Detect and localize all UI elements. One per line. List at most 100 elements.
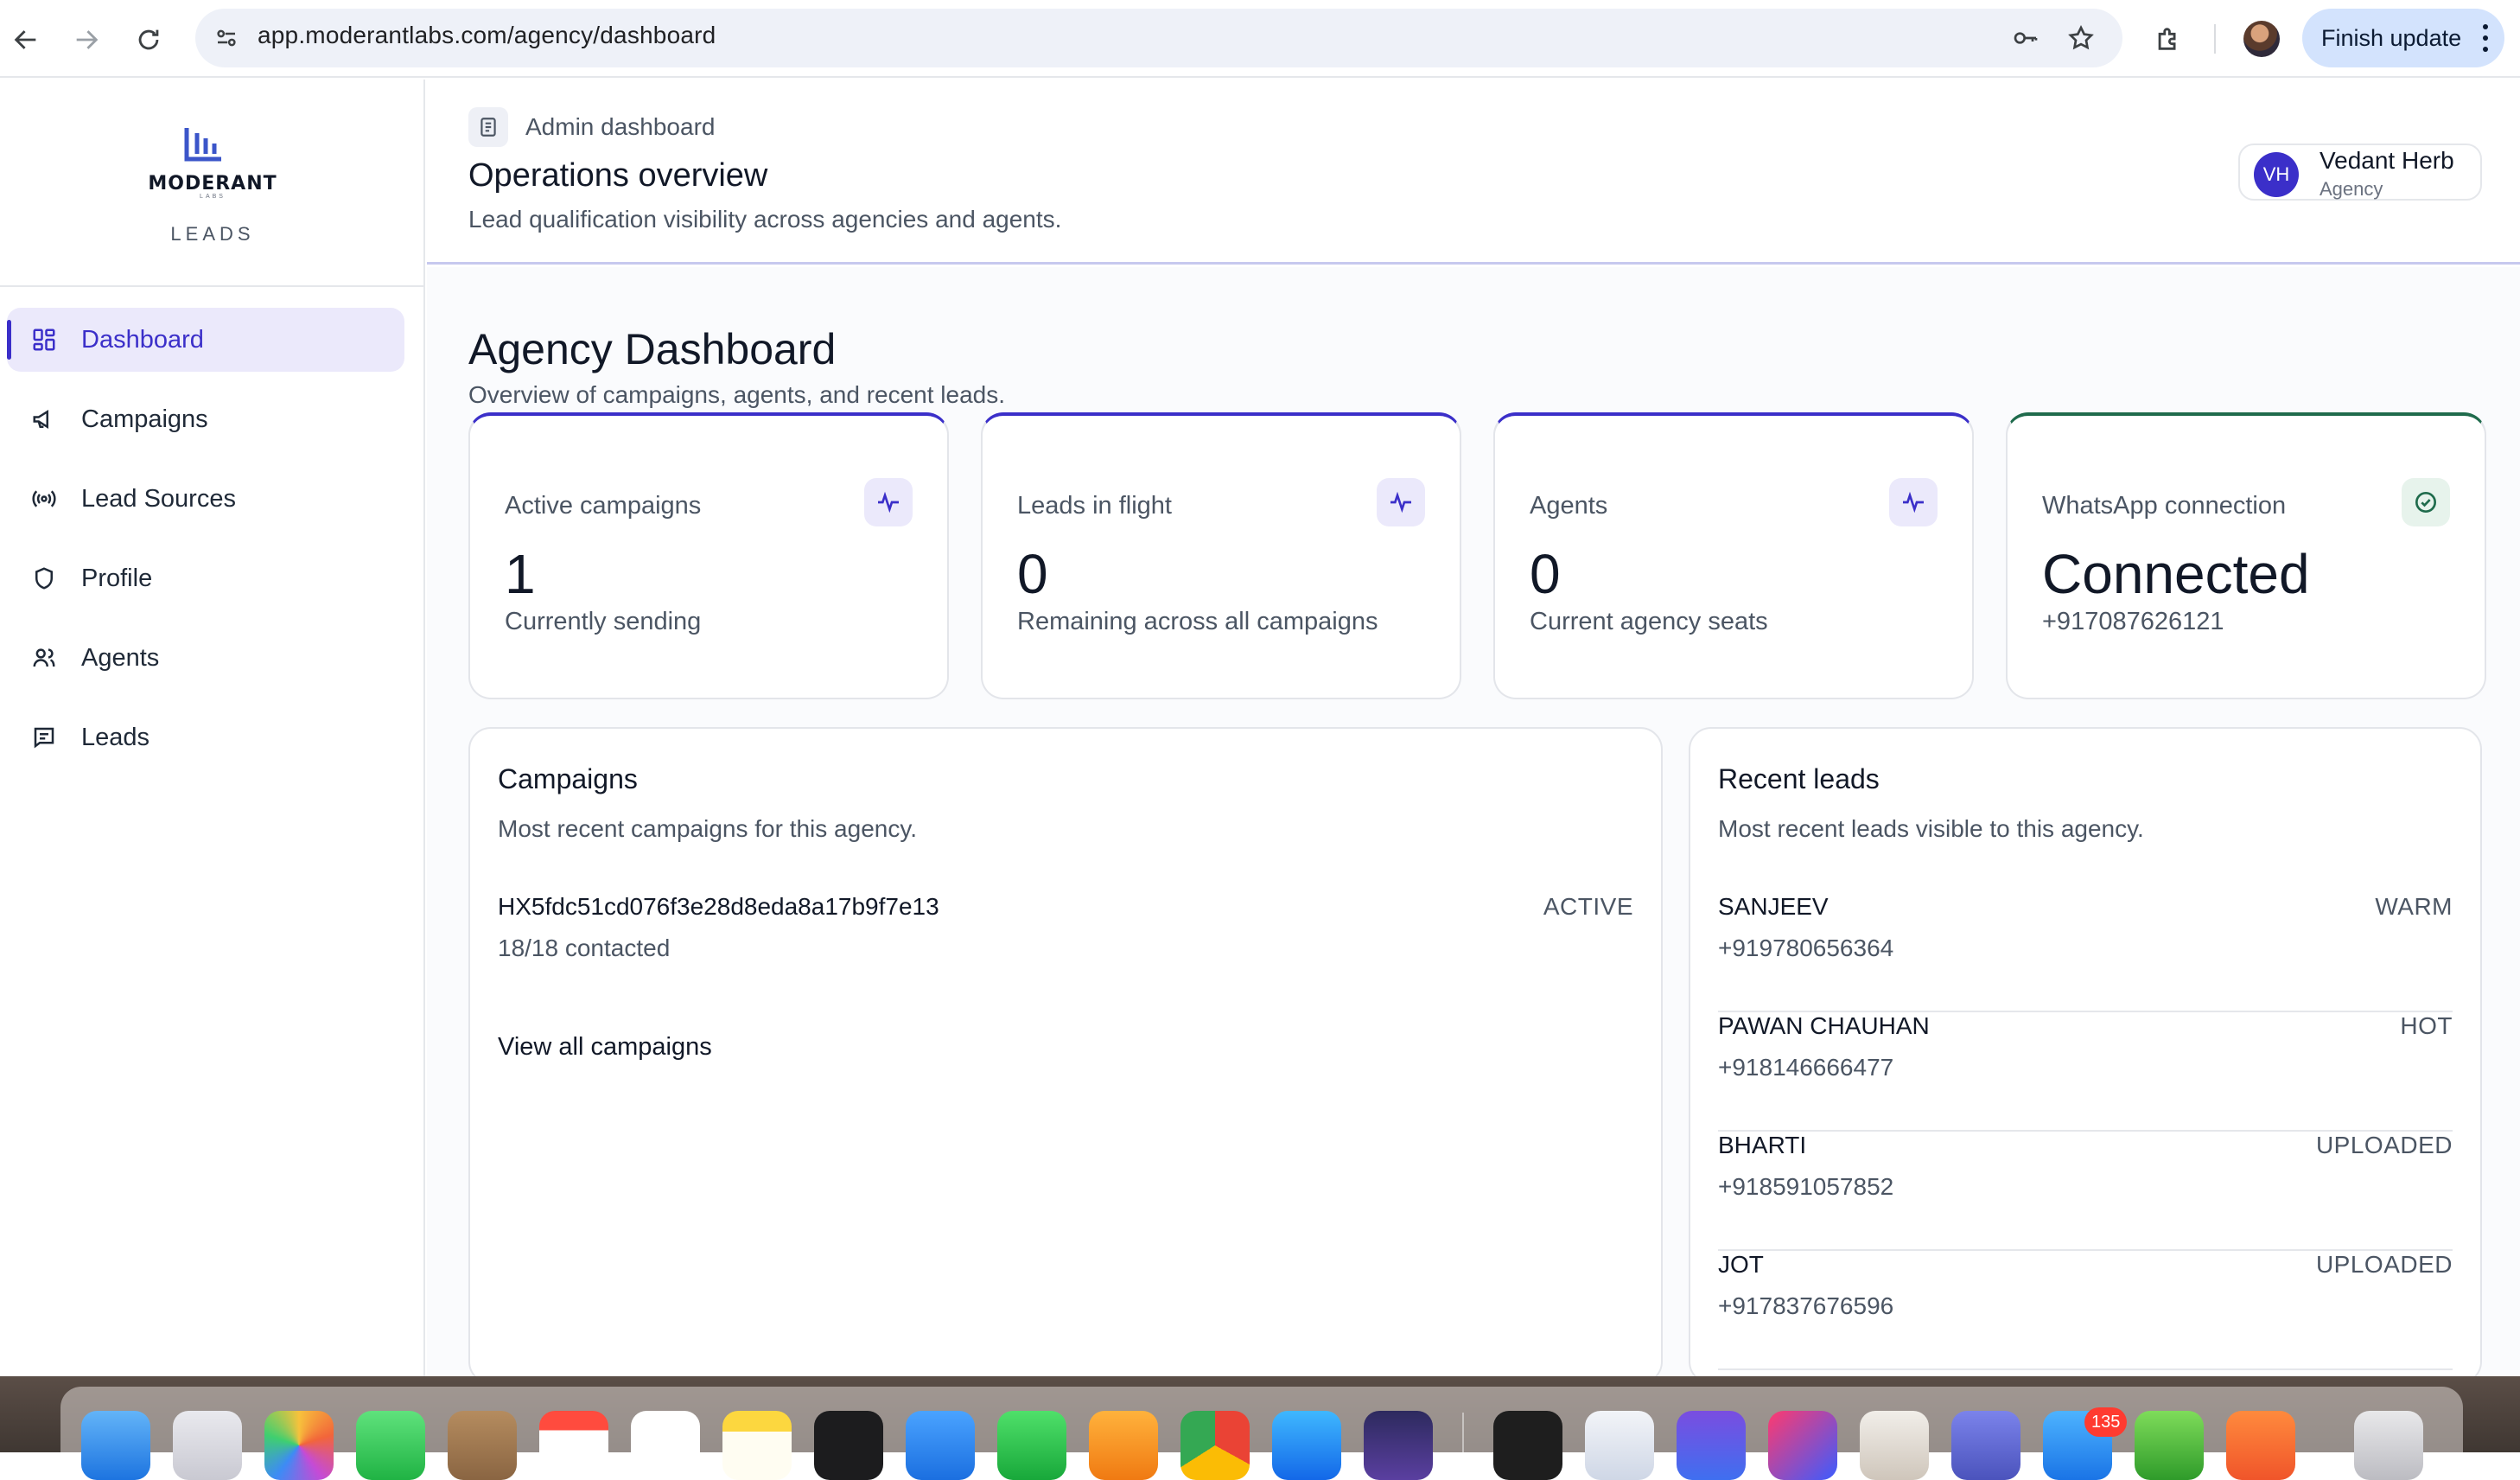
site-settings-icon[interactable] (209, 21, 244, 55)
finish-update-button[interactable]: Finish update (2302, 9, 2504, 67)
reminders-icon[interactable] (631, 1411, 700, 1480)
check-circle-icon (2402, 478, 2450, 526)
sidebar-item-leads[interactable]: Leads (7, 705, 404, 769)
lead-name: BHARTI (1718, 1132, 1807, 1158)
sidebar-item-agents[interactable]: Agents (7, 626, 404, 690)
password-key-icon[interactable] (2008, 21, 2043, 55)
dashboard-title: Agency Dashboard (468, 325, 837, 373)
podcast-icon[interactable] (1677, 1411, 1746, 1480)
page-title: Operations overview (468, 157, 768, 194)
terminal-icon[interactable] (1493, 1411, 1562, 1480)
facetime-icon[interactable] (356, 1411, 425, 1480)
campaign-row[interactable]: HX5fdc51cd076f3e28d8eda8a17b9f7e13 ACTIV… (498, 893, 1633, 979)
back-button[interactable] (2, 16, 50, 64)
sidebar-item-campaigns[interactable]: Campaigns (7, 387, 404, 451)
safari-icon[interactable] (1585, 1411, 1654, 1480)
launchpad-icon[interactable] (173, 1411, 242, 1480)
user-name: Vedant Herb (2320, 147, 2454, 174)
lead-name: SANJEEV (1718, 893, 1829, 920)
gimp-icon[interactable] (1860, 1411, 1929, 1480)
activity-icon (1889, 478, 1938, 526)
stat-value: 0 (1017, 543, 1048, 605)
campaign-name: HX5fdc51cd076f3e28d8eda8a17b9f7e13 (498, 893, 939, 920)
sidebar-item-lead-sources[interactable]: Lead Sources (7, 467, 404, 531)
keynote-icon[interactable] (906, 1411, 975, 1480)
sidebar: MODERANT LABS LEADS Dashboard Campaigns … (0, 80, 425, 1376)
lead-name: PAWAN CHAUHAN (1718, 1012, 1930, 1039)
activity-icon (864, 478, 913, 526)
sidebar-item-label: Lead Sources (81, 484, 236, 513)
lead-phone: +918146666477 (1718, 1054, 1894, 1081)
app-store-icon[interactable] (1272, 1411, 1341, 1480)
user-role: Agency (2320, 178, 2383, 200)
eclipse-icon[interactable] (1364, 1411, 1433, 1480)
lead-row[interactable]: PAWAN CHAUHAN HOT +918146666477 (1718, 1012, 2453, 1132)
bookmark-star-icon[interactable] (2064, 21, 2098, 55)
calendar-icon[interactable] (539, 1411, 608, 1480)
dock-separator (1462, 1413, 1464, 1452)
sidebar-menu: Dashboard Campaigns Lead Sources Profile… (0, 308, 425, 785)
grid-icon (29, 325, 59, 354)
stat-label: Agents (1530, 492, 1608, 520)
stat-note: +917087626121 (2042, 608, 2224, 635)
sidebar-item-dashboard[interactable]: Dashboard (7, 308, 404, 372)
view-all-campaigns-link[interactable]: View all campaigns (498, 1033, 712, 1062)
stat-note: Currently sending (505, 608, 702, 635)
lead-row[interactable]: SANJEEV WARM +919780656364 (1718, 893, 2453, 1012)
stat-card-whatsapp-connection: WhatsApp connection Connected +917087626… (2006, 412, 2486, 699)
stat-value: Connected (2042, 543, 2310, 605)
stat-card-active-campaigns: Active campaigns 1 Currently sending (468, 412, 949, 699)
lead-row[interactable]: JOT UPLOADED +917837676596 (1718, 1251, 2453, 1370)
stat-note: Current agency seats (1530, 608, 1768, 635)
url-text[interactable]: app.moderantlabs.com/agency/dashboard (258, 22, 716, 49)
stat-note: Remaining across all campaigns (1017, 608, 1378, 635)
photos-icon[interactable] (264, 1411, 334, 1480)
reload-button[interactable] (124, 16, 173, 64)
chrome-icon[interactable] (1180, 1411, 1250, 1480)
lead-phone: +918591057852 (1718, 1173, 1894, 1200)
campaign-status: ACTIVE (1543, 893, 1633, 920)
pages-icon[interactable] (1089, 1411, 1158, 1480)
arrow-left-icon (14, 30, 36, 49)
sidebar-item-profile[interactable]: Profile (7, 546, 404, 610)
campaign-progress: 18/18 contacted (498, 935, 671, 961)
user-menu[interactable]: VH Vedant Herb Agency (2238, 144, 2482, 201)
recent-leads-panel: Recent leads Most recent leads visible t… (1689, 727, 2482, 1384)
browser-toolbar: app.moderantlabs.com/agency/dashboard Fi… (0, 0, 2520, 78)
shield-icon (29, 564, 59, 593)
recent-leads-subtitle: Most recent leads visible to this agency… (1718, 815, 2144, 842)
intellij-icon[interactable] (1768, 1411, 1837, 1480)
apple-tv-icon[interactable] (814, 1411, 883, 1480)
breadcrumb-label[interactable]: Admin dashboard (525, 113, 715, 141)
finish-update-label: Finish update (2321, 24, 2462, 51)
numbers-icon[interactable] (997, 1411, 1066, 1480)
sidebar-item-label: Leads (81, 723, 150, 751)
claude-icon[interactable] (2226, 1411, 2295, 1480)
trash-icon[interactable] (2354, 1411, 2423, 1480)
page-subtitle: Lead qualification visibility across age… (468, 206, 1062, 233)
sketch-icon[interactable] (2135, 1411, 2204, 1480)
stat-card-leads-in-flight: Leads in flight 0 Remaining across all c… (981, 412, 1461, 699)
lead-name: JOT (1718, 1251, 1764, 1278)
teams-icon[interactable] (1951, 1411, 2020, 1480)
megaphone-icon (29, 405, 59, 434)
forward-button[interactable] (62, 16, 111, 64)
stat-value: 1 (505, 543, 536, 605)
lead-status: HOT (2400, 1012, 2453, 1039)
product-label: LEADS (170, 223, 255, 245)
sidebar-item-label: Dashboard (81, 325, 204, 354)
address-bar[interactable]: app.moderantlabs.com/agency/dashboard (195, 9, 2122, 67)
page-header: Admin dashboard Operations overview Lead… (427, 80, 2520, 265)
finder-icon[interactable] (81, 1411, 150, 1480)
reload-icon (138, 29, 159, 50)
extensions-puzzle-icon[interactable] (2148, 19, 2188, 59)
contacts-icon[interactable] (448, 1411, 517, 1480)
avatar: VH (2254, 152, 2299, 197)
lead-row[interactable]: BHARTI UPLOADED +918591057852 (1718, 1132, 2453, 1251)
sidebar-item-label: Campaigns (81, 405, 208, 433)
notes-icon[interactable] (722, 1411, 792, 1480)
profile-avatar[interactable] (2243, 21, 2280, 57)
toolbar-divider (2214, 24, 2216, 54)
activity-icon (1377, 478, 1425, 526)
stat-value: 0 (1530, 543, 1561, 605)
